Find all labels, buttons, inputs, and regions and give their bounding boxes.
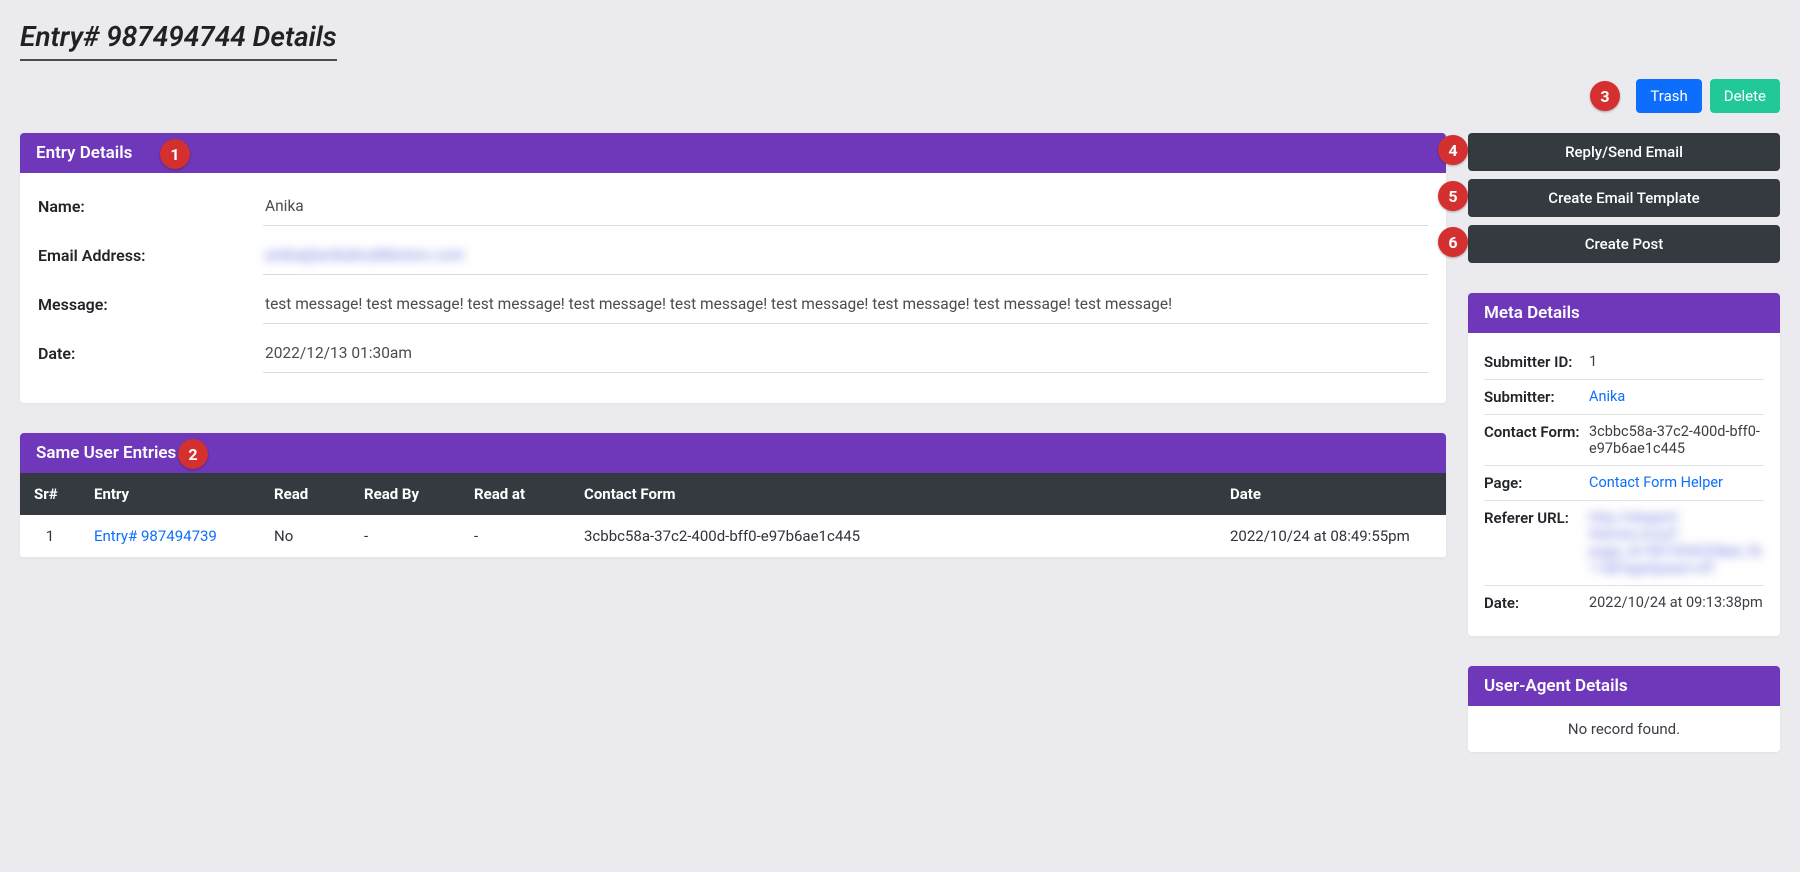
col-readby: Read By xyxy=(350,473,460,515)
page-title: Entry# 987494744 Details xyxy=(20,20,337,61)
user-agent-card: User-Agent Details 8 No record found. xyxy=(1468,666,1780,752)
entry-link[interactable]: Entry# 987494739 xyxy=(94,527,217,545)
message-label: Message: xyxy=(38,285,263,314)
entry-details-card: Entry Details 1 Name: Anika Email Addres… xyxy=(20,133,1446,403)
table-header-row: Sr# Entry Read Read By Read at Contact F… xyxy=(20,473,1446,515)
cell-date: 2022/10/24 at 08:49:55pm xyxy=(1216,515,1446,558)
annotation-badge-4: 4 xyxy=(1438,135,1468,165)
table-row: 1 Entry# 987494739 No - - 3cbbc58a-37c2-… xyxy=(20,515,1446,558)
reply-send-email-button[interactable]: Reply/Send Email xyxy=(1468,133,1780,171)
entry-details-header-text: Entry Details xyxy=(36,143,132,163)
name-label: Name: xyxy=(38,187,263,216)
meta-contactform-value: 3cbbc58a-37c2-400d-bff0-e97b6ae1c445 xyxy=(1589,423,1764,457)
col-entry: Entry xyxy=(80,473,260,515)
meta-page-link[interactable]: Contact Form Helper xyxy=(1589,474,1764,492)
main-column: Entry Details 1 Name: Anika Email Addres… xyxy=(20,133,1446,588)
meta-date-label: Date: xyxy=(1484,594,1589,612)
entry-details-header: Entry Details 1 xyxy=(20,133,1446,173)
annotation-badge-5: 5 xyxy=(1438,181,1468,211)
same-user-entries-card: Same User Entries 2 Sr# Entry Read Read … xyxy=(20,433,1446,558)
date-value: 2022/12/13 01:30am xyxy=(263,334,1428,373)
same-user-table: Sr# Entry Read Read By Read at Contact F… xyxy=(20,473,1446,558)
meta-submitter-link[interactable]: Anika xyxy=(1589,388,1764,406)
annotation-badge-1: 1 xyxy=(160,139,190,169)
date-label: Date: xyxy=(38,334,263,363)
meta-details-header: Meta Details 7 xyxy=(1468,293,1780,333)
user-agent-header-text: User-Agent Details xyxy=(1484,676,1628,696)
col-sr: Sr# xyxy=(20,473,80,515)
delete-button[interactable]: Delete xyxy=(1710,79,1780,113)
email-label: Email Address: xyxy=(38,236,263,265)
user-agent-empty: No record found. xyxy=(1468,706,1780,752)
col-contactform: Contact Form xyxy=(570,473,1216,515)
meta-submitter-label: Submitter: xyxy=(1484,388,1589,406)
col-read: Read xyxy=(260,473,350,515)
cell-read: No xyxy=(260,515,350,558)
cell-contactform: 3cbbc58a-37c2-400d-bff0-e97b6ae1c445 xyxy=(570,515,1216,558)
side-column: 4 Reply/Send Email 5 Create Email Templa… xyxy=(1468,133,1780,782)
meta-details-card: Meta Details 7 Submitter ID: 1 Submitter… xyxy=(1468,293,1780,636)
annotation-badge-3: 3 xyxy=(1590,81,1620,111)
same-user-header-text: Same User Entries xyxy=(36,443,176,463)
annotation-badge-2: 2 xyxy=(178,439,208,469)
meta-submitter-id-label: Submitter ID: xyxy=(1484,353,1589,371)
meta-submitter-id-value: 1 xyxy=(1589,353,1764,371)
meta-page-label: Page: xyxy=(1484,474,1589,492)
annotation-badge-6: 6 xyxy=(1438,227,1468,257)
cell-readby: - xyxy=(350,515,460,558)
email-value: anika@anikahuddleston.com xyxy=(263,236,1428,275)
col-readat: Read at xyxy=(460,473,570,515)
top-action-row: 3 Trash Delete xyxy=(20,79,1780,113)
cell-readat: - xyxy=(460,515,570,558)
create-email-template-button[interactable]: Create Email Template xyxy=(1468,179,1780,217)
meta-referer-link[interactable]: http://elegant-themes.local?page_id=9874… xyxy=(1589,509,1764,577)
cell-sr: 1 xyxy=(20,515,80,558)
side-actions: 4 Reply/Send Email 5 Create Email Templa… xyxy=(1468,133,1780,263)
name-value: Anika xyxy=(263,187,1428,226)
create-post-button[interactable]: Create Post xyxy=(1468,225,1780,263)
meta-referer-label: Referer URL: xyxy=(1484,509,1589,577)
message-value: test message! test message! test message… xyxy=(263,285,1428,324)
meta-date-value: 2022/10/24 at 09:13:38pm xyxy=(1589,594,1764,612)
same-user-header: Same User Entries 2 xyxy=(20,433,1446,473)
meta-contactform-label: Contact Form: xyxy=(1484,423,1589,457)
meta-header-text: Meta Details xyxy=(1484,303,1580,323)
user-agent-header: User-Agent Details 8 xyxy=(1468,666,1780,706)
trash-button[interactable]: Trash xyxy=(1636,79,1701,113)
col-date: Date xyxy=(1216,473,1446,515)
